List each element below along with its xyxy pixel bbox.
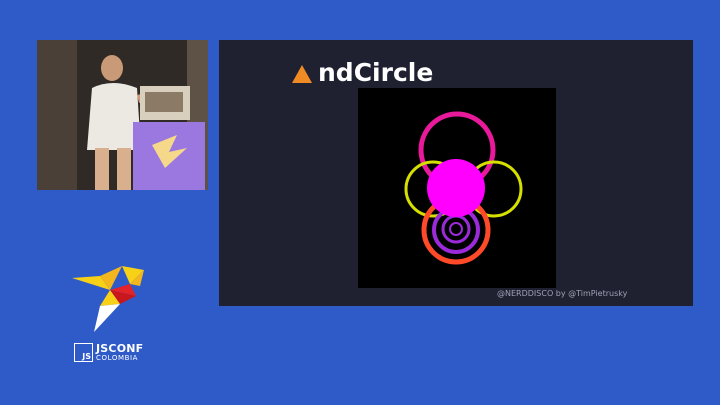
purple-ring-inner <box>449 222 463 236</box>
origami-bird-icon <box>72 266 144 332</box>
speaker-figure-icon <box>37 40 208 190</box>
slide-credit: @NERDDISCO by @TimPietrusky <box>497 289 628 298</box>
magenta-disc <box>427 159 485 217</box>
conference-logo: JS JSCONF COLOMBIA <box>74 339 143 365</box>
triangle-icon <box>292 64 312 83</box>
logo-sub-text: COLOMBIA <box>96 353 139 362</box>
logo-main-text: JSCONF <box>96 341 144 355</box>
slide-title: ndCircle <box>292 58 433 87</box>
slide-title-text: ndCircle <box>318 58 434 87</box>
js-box-logo: JS <box>74 342 93 362</box>
demo-canvas <box>358 88 556 288</box>
speaker-video <box>37 40 208 190</box>
circles-visualization <box>404 111 523 265</box>
purple-ring-middle <box>441 214 471 244</box>
